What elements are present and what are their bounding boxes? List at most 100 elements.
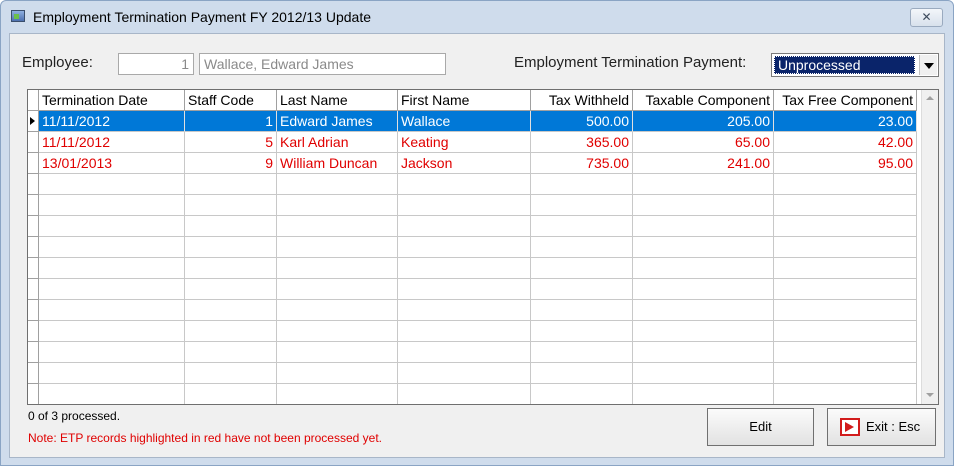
- cell-tax-withheld[interactable]: 735.00: [531, 153, 633, 174]
- column-header-tax-withheld[interactable]: Tax Withheld: [531, 90, 633, 111]
- empty-cell[interactable]: [633, 363, 774, 384]
- empty-cell[interactable]: [277, 363, 398, 384]
- column-header-tax-free-component[interactable]: Tax Free Component: [774, 90, 917, 111]
- cell-tax-withheld[interactable]: 500.00: [531, 111, 633, 132]
- cell-last-name[interactable]: Edward James: [277, 111, 398, 132]
- empty-cell[interactable]: [531, 300, 633, 321]
- cell-last-name[interactable]: Karl Adrian: [277, 132, 398, 153]
- empty-cell[interactable]: [277, 342, 398, 363]
- empty-cell[interactable]: [39, 258, 185, 279]
- close-button[interactable]: ✕: [910, 8, 943, 27]
- empty-cell[interactable]: [633, 195, 774, 216]
- empty-cell[interactable]: [633, 384, 774, 404]
- table-row[interactable]: 13/01/2013 9 William Duncan Jackson 735.…: [28, 153, 922, 174]
- etp-status-select[interactable]: Unprocessed: [771, 53, 939, 77]
- empty-cell[interactable]: [185, 384, 277, 404]
- cell-staff-code[interactable]: 1: [185, 111, 277, 132]
- empty-cell[interactable]: [531, 174, 633, 195]
- column-header-first-name[interactable]: First Name: [398, 90, 531, 111]
- grid-vertical-scrollbar[interactable]: [921, 90, 938, 404]
- empty-cell[interactable]: [633, 279, 774, 300]
- empty-cell[interactable]: [774, 321, 917, 342]
- empty-cell[interactable]: [633, 321, 774, 342]
- empty-cell[interactable]: [185, 279, 277, 300]
- column-header-last-name[interactable]: Last Name: [277, 90, 398, 111]
- cell-tax-free-component[interactable]: 23.00: [774, 111, 917, 132]
- empty-row[interactable]: [28, 237, 922, 258]
- empty-cell[interactable]: [531, 384, 633, 404]
- empty-row[interactable]: [28, 258, 922, 279]
- empty-cell[interactable]: [185, 195, 277, 216]
- empty-cell[interactable]: [39, 279, 185, 300]
- empty-cell[interactable]: [39, 321, 185, 342]
- empty-cell[interactable]: [398, 237, 531, 258]
- cell-last-name[interactable]: William Duncan: [277, 153, 398, 174]
- empty-cell[interactable]: [774, 258, 917, 279]
- empty-cell[interactable]: [277, 237, 398, 258]
- empty-cell[interactable]: [531, 216, 633, 237]
- empty-cell[interactable]: [531, 321, 633, 342]
- empty-cell[interactable]: [633, 342, 774, 363]
- empty-row[interactable]: [28, 279, 922, 300]
- empty-cell[interactable]: [398, 342, 531, 363]
- employee-name-field[interactable]: Wallace, Edward James: [199, 53, 446, 75]
- empty-cell[interactable]: [185, 216, 277, 237]
- empty-cell[interactable]: [185, 258, 277, 279]
- empty-row[interactable]: [28, 321, 922, 342]
- empty-cell[interactable]: [39, 216, 185, 237]
- empty-cell[interactable]: [277, 195, 398, 216]
- empty-cell[interactable]: [39, 342, 185, 363]
- empty-row[interactable]: [28, 216, 922, 237]
- cell-staff-code[interactable]: 9: [185, 153, 277, 174]
- chevron-down-icon[interactable]: [919, 55, 937, 75]
- empty-cell[interactable]: [277, 279, 398, 300]
- empty-cell[interactable]: [774, 216, 917, 237]
- cell-first-name[interactable]: Jackson: [398, 153, 531, 174]
- empty-cell[interactable]: [277, 321, 398, 342]
- cell-tax-free-component[interactable]: 95.00: [774, 153, 917, 174]
- cell-termination-date[interactable]: 13/01/2013: [39, 153, 185, 174]
- empty-cell[interactable]: [185, 300, 277, 321]
- empty-cell[interactable]: [774, 300, 917, 321]
- empty-row[interactable]: [28, 384, 922, 404]
- cell-first-name[interactable]: Wallace: [398, 111, 531, 132]
- empty-cell[interactable]: [185, 174, 277, 195]
- empty-row[interactable]: [28, 195, 922, 216]
- empty-cell[interactable]: [531, 237, 633, 258]
- empty-cell[interactable]: [398, 258, 531, 279]
- scroll-up-icon[interactable]: [922, 90, 938, 107]
- empty-cell[interactable]: [277, 216, 398, 237]
- empty-cell[interactable]: [774, 237, 917, 258]
- empty-cell[interactable]: [531, 279, 633, 300]
- title-bar[interactable]: Employment Termination Payment FY 2012/1…: [1, 1, 953, 33]
- employee-id-field[interactable]: 1: [118, 53, 194, 75]
- empty-cell[interactable]: [39, 174, 185, 195]
- empty-cell[interactable]: [774, 279, 917, 300]
- empty-cell[interactable]: [398, 195, 531, 216]
- empty-cell[interactable]: [774, 384, 917, 404]
- empty-row[interactable]: [28, 342, 922, 363]
- empty-cell[interactable]: [531, 195, 633, 216]
- column-header-staff-code[interactable]: Staff Code: [185, 90, 277, 111]
- empty-cell[interactable]: [398, 279, 531, 300]
- empty-cell[interactable]: [633, 216, 774, 237]
- exit-button[interactable]: Exit : Esc: [827, 408, 936, 446]
- scroll-down-icon[interactable]: [922, 387, 938, 404]
- empty-cell[interactable]: [398, 384, 531, 404]
- empty-cell[interactable]: [277, 174, 398, 195]
- cell-termination-date[interactable]: 11/11/2012: [39, 132, 185, 153]
- edit-button[interactable]: Edit: [707, 408, 814, 446]
- empty-cell[interactable]: [39, 195, 185, 216]
- cell-taxable-component[interactable]: 241.00: [633, 153, 774, 174]
- empty-cell[interactable]: [398, 363, 531, 384]
- empty-cell[interactable]: [398, 174, 531, 195]
- empty-cell[interactable]: [185, 363, 277, 384]
- column-header-termination-date[interactable]: Termination Date: [39, 90, 185, 111]
- empty-row[interactable]: [28, 174, 922, 195]
- empty-cell[interactable]: [633, 258, 774, 279]
- empty-cell[interactable]: [531, 363, 633, 384]
- cell-staff-code[interactable]: 5: [185, 132, 277, 153]
- empty-cell[interactable]: [633, 174, 774, 195]
- cell-tax-withheld[interactable]: 365.00: [531, 132, 633, 153]
- empty-cell[interactable]: [398, 300, 531, 321]
